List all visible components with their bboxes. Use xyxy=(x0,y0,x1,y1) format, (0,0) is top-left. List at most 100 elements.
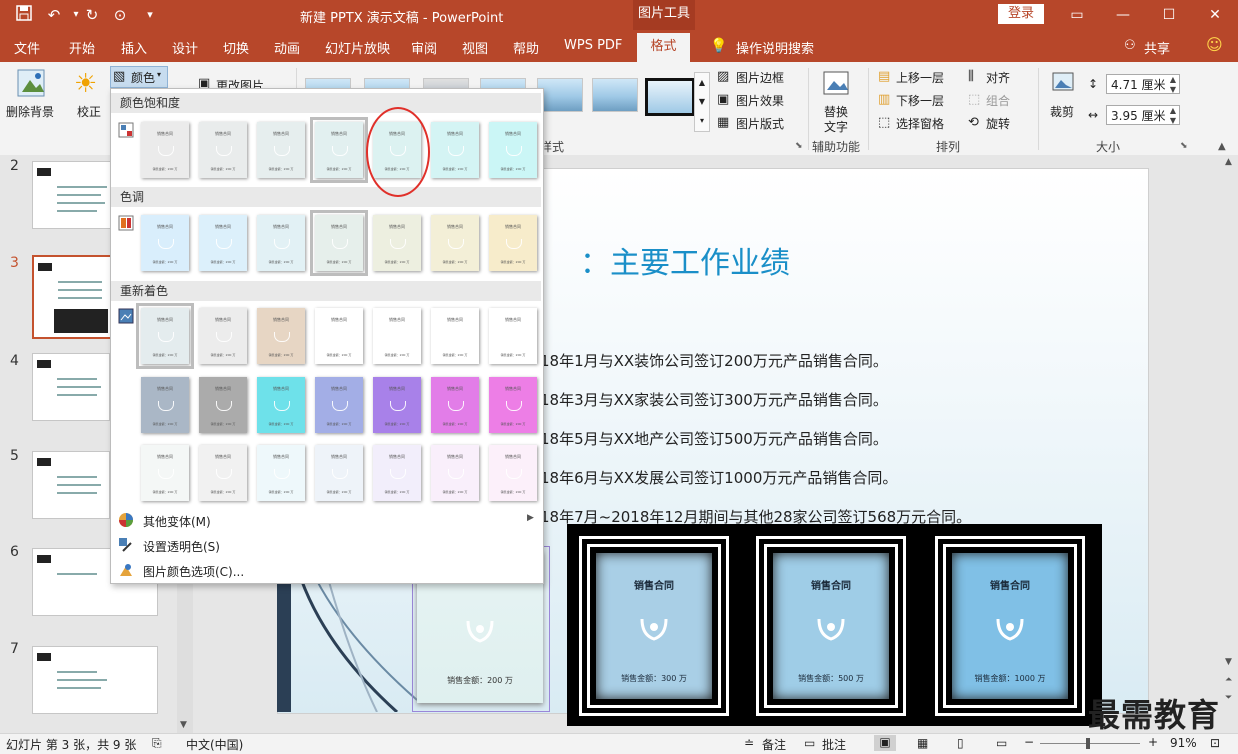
recolor-swatch-row2-6[interactable]: 销售合同 销售金额：200 万 xyxy=(431,377,479,433)
recolor-swatch-row1-4[interactable]: 销售合同 销售金额：200 万 xyxy=(315,308,363,364)
styles-gallery-scroll[interactable]: ▲ ▼ ▾ xyxy=(694,72,710,132)
crop-button[interactable]: 裁剪 xyxy=(1050,103,1074,120)
recolor-swatch-row1-7[interactable]: 销售合同 销售金额：200 万 xyxy=(489,308,537,364)
picture-style-6[interactable] xyxy=(592,78,638,112)
bullet-3[interactable]: 18年5月与XX地产公司签订500万元产品销售合同。 xyxy=(540,428,888,449)
saturation-swatch-4[interactable]: 销售合同 销售金额：200 万 xyxy=(310,117,368,183)
set-transparent-color-menuitem[interactable]: 设置透明色(S) xyxy=(143,538,220,555)
next-slide-icon[interactable]: ⏷ xyxy=(1225,693,1232,703)
tab-review[interactable]: 审阅 xyxy=(411,38,437,57)
present-icon[interactable]: ⊙ xyxy=(110,5,130,25)
tone-swatch-4[interactable]: 销售合同 销售金额：200 万 xyxy=(310,210,368,276)
scroll-down-icon[interactable]: ▼ xyxy=(180,720,187,730)
fit-to-window-icon[interactable]: ⊡ xyxy=(1210,736,1220,750)
save-icon[interactable] xyxy=(14,5,34,25)
tab-animations[interactable]: 动画 xyxy=(274,38,300,57)
recolor-swatch-row3-5[interactable]: 销售合同 销售金额：200 万 xyxy=(373,445,421,501)
contract-image-2[interactable]: 销售合同 销售金额：300 万 xyxy=(579,536,729,716)
group-button[interactable]: 组合 xyxy=(986,92,1010,109)
zoom-in-icon[interactable]: + xyxy=(1148,735,1158,749)
zoom-level[interactable]: 91% xyxy=(1170,736,1197,750)
recolor-swatch-row1-6[interactable]: 销售合同 销售金额：200 万 xyxy=(431,308,479,364)
recolor-swatch-row3-1[interactable]: 销售合同 销售金额：200 万 xyxy=(141,445,189,501)
tone-swatch-6[interactable]: 销售合同 销售金额：200 万 xyxy=(431,215,479,271)
recolor-swatch-row2-2[interactable]: 销售合同 销售金额：200 万 xyxy=(199,377,247,433)
picture-layout-button[interactable]: 图片版式 xyxy=(736,115,784,132)
bullet-2[interactable]: 18年3月与XX家装公司签订300万元产品销售合同。 xyxy=(540,389,888,410)
share-button[interactable]: 共享 xyxy=(1144,38,1170,57)
height-input[interactable]: 4.71 厘米 ▲ ▼ xyxy=(1106,74,1180,94)
slide-scrollbar[interactable]: ▲ ▼ ⏶ ⏷ xyxy=(1221,155,1238,733)
notes-button[interactable]: 备注 xyxy=(762,736,786,753)
ribbon-display-icon[interactable]: ▭ xyxy=(1054,0,1100,30)
tab-insert[interactable]: 插入 xyxy=(121,38,147,57)
tab-slideshow[interactable]: 幻灯片放映 xyxy=(325,38,390,57)
slide-title[interactable]: ：主要工作业绩 xyxy=(580,238,790,282)
zoom-slider-thumb[interactable] xyxy=(1086,738,1090,749)
tab-transitions[interactable]: 切换 xyxy=(223,38,249,57)
recolor-swatch-row3-6[interactable]: 销售合同 销售金额：200 万 xyxy=(431,445,479,501)
redo-icon[interactable]: ↻ xyxy=(82,5,102,25)
tone-swatch-7[interactable]: 销售合同 销售金额：200 万 xyxy=(489,215,537,271)
slide-thumbnail-3[interactable] xyxy=(32,255,116,339)
slideshow-icon[interactable]: ▭ xyxy=(996,736,1007,750)
recolor-swatch-row2-7[interactable]: 销售合同 销售金额：200 万 xyxy=(489,377,537,433)
reading-view-icon[interactable]: ▯ xyxy=(957,736,964,750)
picture-border-button[interactable]: 图片边框 xyxy=(736,69,784,86)
remove-background-button[interactable]: 删除背景 xyxy=(6,103,54,120)
collapse-ribbon-icon[interactable]: ▲ xyxy=(1218,141,1226,152)
align-button[interactable]: 对齐 xyxy=(986,69,1010,86)
remove-background-icon[interactable] xyxy=(16,68,46,98)
saturation-swatch-1[interactable]: 销售合同 销售金额：200 万 xyxy=(141,122,189,178)
recolor-swatch-row2-4[interactable]: 销售合同 销售金额：200 万 xyxy=(315,377,363,433)
alt-text-icon[interactable] xyxy=(822,68,852,98)
corrections-icon[interactable]: ☀ xyxy=(74,70,102,98)
tab-view[interactable]: 视图 xyxy=(462,38,488,57)
scroll-up-icon[interactable]: ▲ xyxy=(1225,157,1232,167)
saturation-swatch-7[interactable]: 销售合同 销售金额：200 万 xyxy=(489,122,537,178)
recolor-swatch-row2-5[interactable]: 销售合同 销售金额：200 万 xyxy=(373,377,421,433)
customize-toolbar-icon[interactable]: ▾ xyxy=(140,5,160,25)
slide-thumbnail-5[interactable] xyxy=(32,451,110,519)
maximize-icon[interactable]: ☐ xyxy=(1146,0,1192,30)
close-icon[interactable]: ✕ xyxy=(1192,0,1238,30)
tone-swatch-1[interactable]: 销售合同 销售金额：200 万 xyxy=(141,215,189,271)
picture-effects-button[interactable]: 图片效果 xyxy=(736,92,784,109)
send-backward-button[interactable]: 下移一层 xyxy=(896,92,944,109)
recolor-swatch-row3-3[interactable]: 销售合同 销售金额：200 万 xyxy=(257,445,305,501)
contract-image-3[interactable]: 销售合同 销售金额：500 万 xyxy=(756,536,906,716)
recolor-swatch-row1-1[interactable]: 销售合同 销售金额：200 万 xyxy=(136,303,194,369)
comments-button[interactable]: 批注 xyxy=(822,736,846,753)
slide-thumbnail-7[interactable] xyxy=(32,646,158,714)
corrections-button[interactable]: 校正 xyxy=(77,103,101,120)
recolor-swatch-row2-3[interactable]: 销售合同 销售金额：200 万 xyxy=(257,377,305,433)
size-dialog-launcher-icon[interactable]: ⬊ xyxy=(1180,141,1188,151)
rotate-button[interactable]: 旋转 xyxy=(986,115,1010,132)
crop-icon[interactable] xyxy=(1050,70,1078,96)
undo-icon[interactable]: ↶ xyxy=(44,5,64,25)
tab-help[interactable]: 帮助 xyxy=(513,38,539,57)
saturation-swatch-3[interactable]: 销售合同 销售金额：200 万 xyxy=(257,122,305,178)
tab-file[interactable]: 文件 xyxy=(14,38,40,57)
recolor-swatch-row1-5[interactable]: 销售合同 销售金额：200 万 xyxy=(373,308,421,364)
tell-me-search[interactable]: 操作说明搜索 xyxy=(736,38,814,57)
language-indicator[interactable]: 中文(中国) xyxy=(186,736,243,753)
normal-view-icon[interactable]: ▣ xyxy=(874,735,896,751)
bullet-4[interactable]: 18年6月与XX发展公司签订1000万元产品销售合同。 xyxy=(540,467,897,488)
spellcheck-icon[interactable]: ⎘ xyxy=(152,736,162,751)
color-button[interactable]: ▧ 颜色 ▾ xyxy=(110,66,168,88)
tone-swatch-3[interactable]: 销售合同 销售金额：200 万 xyxy=(257,215,305,271)
minimize-icon[interactable]: — xyxy=(1100,0,1146,30)
recolor-swatch-row3-2[interactable]: 销售合同 销售金额：200 万 xyxy=(199,445,247,501)
tab-design[interactable]: 设计 xyxy=(172,38,198,57)
saturation-swatch-6[interactable]: 销售合同 销售金额：200 万 xyxy=(431,122,479,178)
tab-wps-pdf[interactable]: WPS PDF xyxy=(564,38,622,53)
tone-swatch-2[interactable]: 销售合同 销售金额：200 万 xyxy=(199,215,247,271)
slide-thumbnail-4[interactable] xyxy=(32,353,110,421)
smiley-icon[interactable]: ☺ xyxy=(1206,35,1223,54)
previous-slide-icon[interactable]: ⏶ xyxy=(1225,675,1232,685)
slide-sorter-icon[interactable]: ▦ xyxy=(917,736,928,750)
recolor-swatch-row3-7[interactable]: 销售合同 销售金额：200 万 xyxy=(489,445,537,501)
selection-pane-button[interactable]: 选择窗格 xyxy=(896,115,944,132)
saturation-swatch-2[interactable]: 销售合同 销售金额：200 万 xyxy=(199,122,247,178)
